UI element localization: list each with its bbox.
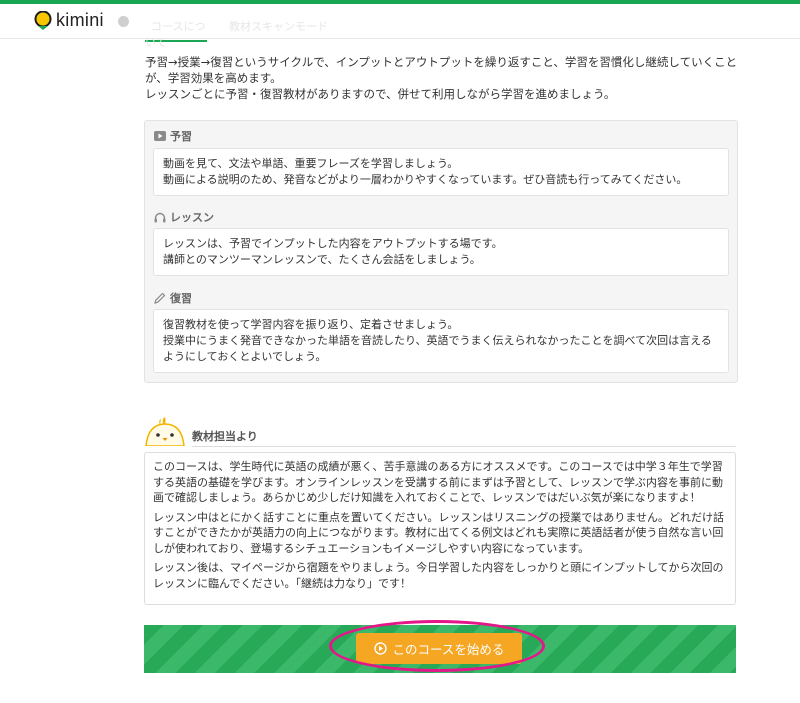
teacher-note-title: 教材担当より: [192, 430, 258, 443]
teacher-paragraph: レッスン中はとにかく話すことに重点を置いてください。レッスンはリスニングの授業で…: [153, 510, 725, 555]
phase-line: 講師とのマンツーマンレッスンで、たくさん会話をしましょう。: [163, 253, 481, 266]
chick-mascot-icon: [145, 417, 185, 446]
phase-line: レッスンは、予習でインプットした内容をアウトプットする場です。: [163, 237, 503, 250]
intro-line: 予習→授業→復習というサイクルで、インプットとアウトプットを繰り返すこと、学習を…: [145, 55, 738, 85]
info-icon[interactable]: [118, 16, 129, 27]
phase-card-preview: 動画を見て、文法や単語、重要フレーズを学習しましょう。 動画による説明のため、発…: [153, 148, 729, 196]
phase-header-lesson: レッスン: [154, 209, 214, 225]
teacher-paragraph: このコースは、学生時代に英語の成績が悪く、苦手意識のある方にオススメです。このコ…: [153, 460, 724, 504]
logo-icon: [34, 10, 52, 31]
tab-bar: コースについて 教材スキャンモード: [145, 18, 405, 49]
phase-line: 動画による説明のため、発音などがより一層わかりやすくなっています。ぜひ音読も行っ…: [163, 173, 688, 186]
tab-label: コースについて: [145, 20, 206, 49]
phase-line: 授業中にうまく発音できなかった単語を音読したり、英語でうまく伝えられなかったこと…: [163, 334, 712, 363]
tab-material-scan[interactable]: 教材スキャンモード: [223, 18, 333, 40]
logo-text: kimini: [56, 10, 104, 30]
start-course-band: このコースを始める: [144, 625, 736, 673]
video-icon: [154, 131, 166, 141]
phase-title: 復習: [170, 292, 192, 305]
pencil-icon: [154, 292, 166, 304]
phase-header-review: 復習: [154, 290, 192, 306]
start-course-label: このコースを始める: [392, 642, 505, 657]
phase-line: 動画を見て、文法や単語、重要フレーズを学習しましょう。: [163, 157, 459, 170]
phase-card-lesson: レッスンは、予習でインプットした内容をアウトプットする場です。 講師とのマンツー…: [153, 228, 729, 276]
phase-card-review: 復習教材を使って学習内容を振り返り、定着させましょう。 授業中にうまく発音できな…: [153, 309, 729, 373]
play-circle-icon: [373, 642, 387, 655]
phase-line: 復習教材を使って学習内容を振り返り、定着させましょう。: [163, 318, 459, 331]
study-cycle-box: 予習 動画を見て、文法や単語、重要フレーズを学習しましょう。 動画による説明のた…: [144, 120, 738, 383]
teacher-note-body: このコースは、学生時代に英語の成績が悪く、苦手意識のある方にオススメです。このコ…: [144, 452, 736, 605]
headphones-icon: [154, 212, 166, 222]
header: kimini コースについて 教材スキャンモード: [0, 4, 800, 49]
divider: [192, 446, 736, 447]
intro-line: レッスンごとに予習・復習教材がありますので、併せて利用しながら学習を進めましょう…: [145, 87, 616, 101]
phase-title: 予習: [170, 130, 192, 143]
logo[interactable]: kimini: [34, 10, 104, 31]
tab-label: 教材スキャンモード: [229, 20, 328, 33]
start-course-button[interactable]: このコースを始める: [356, 633, 522, 664]
tab-course-info[interactable]: コースについて: [145, 18, 207, 49]
intro-text: 予習→授業→復習というサイクルで、インプットとアウトプットを繰り返すこと、学習を…: [145, 54, 740, 102]
teacher-paragraph: レッスン後は、マイページから宿題をやりましょう。今日学習した内容をしっかりと頭に…: [153, 561, 724, 590]
phase-header-preview: 予習: [154, 128, 192, 144]
phase-title: レッスン: [170, 211, 214, 224]
